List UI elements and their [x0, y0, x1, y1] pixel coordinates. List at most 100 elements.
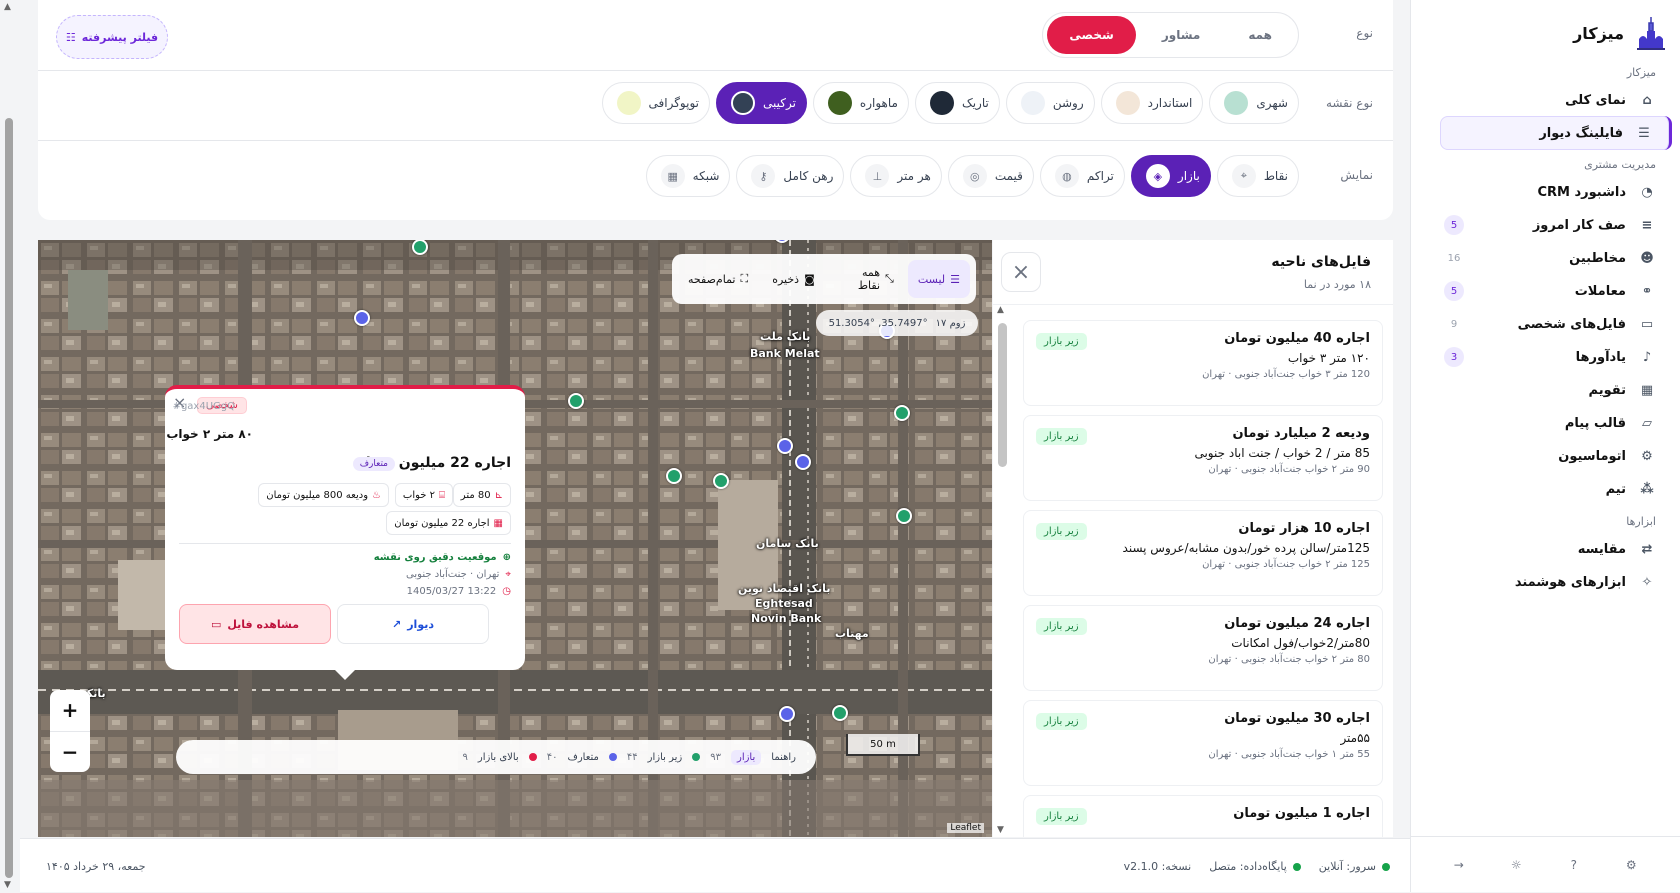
list-check-icon: ≡ [1641, 217, 1653, 233]
sidebar-item-divar-filing[interactable]: ☰ فایلینگ دیوار [1440, 116, 1672, 150]
display-mode-per-meter[interactable]: هر متر ⊥ [850, 155, 942, 197]
datetime-text: 13:22 1405/03/27 [406, 586, 497, 597]
sidebar-item-automation[interactable]: ⚙ اتوماسیون [1440, 439, 1672, 473]
map-poi-label: Novin Bank [751, 612, 822, 625]
list-button[interactable]: ☰ لیست [907, 260, 970, 298]
zoom-out-button[interactable]: − [50, 732, 90, 773]
sidebar-item-personal-files[interactable]: ▭ فایل‌های شخصی 9 [1440, 307, 1672, 341]
address-line: ⌖ تهران · جنت‌آباد جنوبی [406, 569, 511, 580]
theme-sun-icon[interactable]: ☼ [1506, 855, 1526, 875]
market-status-badge: متعارف [352, 457, 395, 471]
brand[interactable]: میزکار [1573, 14, 1670, 52]
pill-label: نقاط [1263, 169, 1288, 183]
page-scrollbar[interactable]: ▲ ▼ [0, 0, 20, 892]
sidebar-item-message-templates[interactable]: ▱ قالب پیام [1440, 406, 1672, 440]
advanced-filter-label: فیلتر پیشرفته [81, 30, 159, 44]
toolbar-label: لیست [917, 272, 946, 286]
pin-icon: ⌖ [1231, 164, 1256, 188]
scroll-up-arrow-icon[interactable]: ▲ [4, 2, 11, 12]
scroll-up-arrow-icon[interactable]: ▲ [997, 305, 1004, 315]
map-view[interactable]: بانک ملت Bank Melat بانک سامان بانک اقتص… [38, 240, 992, 837]
collapse-arrow-icon[interactable]: → [1449, 855, 1469, 875]
map-marker[interactable] [354, 310, 370, 326]
map-marker[interactable] [779, 706, 795, 722]
market-tag: زیر بازار [1036, 428, 1087, 445]
display-mode-full-mortgage[interactable]: رهن کامل ⚷ [736, 155, 845, 197]
map-type-topo[interactable]: توپوگرافی [601, 82, 710, 124]
sidebar: میزکار میزکار ⌂ نمای کلی ☰ فایلینگ دیوار م… [1410, 0, 1680, 892]
map-type-hybrid[interactable]: ترکیبی [716, 82, 807, 124]
map-marker[interactable] [832, 705, 848, 721]
view-file-button[interactable]: مشاهده فایل ▭ [179, 604, 331, 644]
map-marker[interactable] [795, 454, 811, 470]
sidebar-item-calendar[interactable]: ▦ تقویم [1440, 373, 1672, 407]
sidebar-item-smart-tools[interactable]: ✧ ابزارهای هوشمند [1440, 565, 1672, 599]
team-icon: ⁂ [1640, 481, 1654, 497]
file-card[interactable]: اجاره 30 میلیون تومان ۵۵متر 55 متر ۱ خوا… [1023, 700, 1383, 786]
file-card[interactable]: اجاره 40 میلیون تومان ۱۲۰ متر ۳ خواب 120… [1023, 320, 1383, 406]
file-card[interactable]: اجاره 24 میلیون تومان 80متر/2خواب/فول ام… [1023, 605, 1383, 691]
file-card[interactable]: اجاره 10 هزار تومان 125متر/سالن پرده خور… [1023, 510, 1383, 596]
all-points-button[interactable]: ⤡ همه نقاط [829, 260, 904, 298]
scroll-down-arrow-icon[interactable]: ▼ [4, 880, 11, 890]
map-marker[interactable] [896, 508, 912, 524]
info-chip: ♨ ودیعه 800 میلیون تومان [258, 483, 389, 507]
sidebar-item-team[interactable]: ⁂ تیم [1440, 472, 1672, 506]
key-icon: ⚷ [751, 164, 776, 188]
map-type-dark[interactable]: تاریک [914, 82, 1000, 124]
version-label: نسخه: v2.1.0 [1123, 859, 1192, 873]
type-option-advisor[interactable]: مشاور [1140, 16, 1223, 54]
display-mode-price[interactable]: قیمت ◎ [947, 155, 1034, 197]
type-label: نوع [1356, 26, 1373, 40]
count-badge: 5 [1444, 281, 1464, 301]
help-icon[interactable]: ? [1564, 855, 1584, 875]
map-marker[interactable] [666, 468, 682, 484]
sidebar-item-deals[interactable]: ⚭ معاملات 5 [1440, 274, 1672, 308]
sidebar-item-work-queue[interactable]: ≡ صف کار امروز 5 [1440, 208, 1672, 242]
save-button[interactable]: ◙ ذخیره [762, 260, 825, 298]
divar-button[interactable]: دیوار ↗ [337, 604, 489, 644]
map-marker[interactable] [568, 393, 584, 409]
display-mode-points[interactable]: نقاط ⌖ [1216, 155, 1299, 197]
map-type-satellite[interactable]: ماهواره [812, 82, 909, 124]
count-badge: 5 [1444, 215, 1464, 235]
map-attribution[interactable]: Leaflet [947, 823, 984, 833]
sidebar-item-overview[interactable]: ⌂ نمای کلی [1440, 83, 1672, 117]
type-option-personal[interactable]: شخصی [1047, 16, 1136, 54]
map-marker[interactable] [894, 405, 910, 421]
legend-count: ۴۰ [546, 751, 558, 763]
sidebar-item-reminders[interactable]: ♪ یادآورها 3 [1440, 340, 1672, 374]
display-mode-density[interactable]: تراکم ◍ [1039, 155, 1125, 197]
exact-location-link[interactable]: ⊕ موقعیت دقیق روی نقشه [374, 552, 511, 563]
map-type-light[interactable]: روشن [1005, 82, 1095, 124]
scroll-down-arrow-icon[interactable]: ▼ [997, 825, 1004, 835]
map-swatch-icon [929, 91, 954, 115]
close-icon[interactable]: × [1001, 252, 1041, 292]
fullscreen-button[interactable]: ⛶ تمام‌صفحه [678, 260, 758, 298]
card-meta: 80 متر ۲ خواب جنت‌آباد جنوبی · تهران [1208, 654, 1370, 665]
display-mode-market[interactable]: بازار ◈ [1130, 155, 1211, 197]
sidebar-item-crm-dashboard[interactable]: ◔ داشبورد CRM [1440, 175, 1672, 209]
file-card[interactable]: ودیعه 2 میلیارد تومان 85 متر / 2 خواب / … [1023, 415, 1383, 501]
sidebar-item-label: تقویم [1588, 382, 1626, 398]
sidebar-item-contacts[interactable]: ☻ مخاطبین 16 [1440, 241, 1672, 275]
pill-label: تاریک [961, 96, 989, 110]
exact-location-label: موقعیت دقیق روی نقشه [373, 552, 497, 563]
map-marker[interactable] [777, 438, 793, 454]
scrollbar-thumb[interactable] [5, 118, 13, 878]
display-mode-grid[interactable]: شبکه ▦ [645, 155, 731, 197]
advanced-filter-button[interactable]: فیلتر پیشرفته ☷ [56, 15, 168, 59]
file-card[interactable]: اجاره 1 میلیون تومان زیر بازار [1023, 795, 1383, 837]
scrollbar-thumb[interactable] [998, 323, 1007, 467]
zoom-in-button[interactable]: + [50, 690, 90, 732]
card-meta: 55 متر ۱ خواب جنت‌آباد جنوبی · تهران [1208, 749, 1370, 760]
card-desc: ۵۵متر [1340, 731, 1370, 745]
map-type-city[interactable]: شهری [1209, 82, 1299, 124]
map-type-standard[interactable]: استاندارد [1100, 82, 1204, 124]
settings-gear-icon[interactable]: ⚙ [1621, 855, 1641, 875]
sidebar-item-compare[interactable]: ⇄ مقایسه [1440, 532, 1672, 566]
sidebar-section-crm: مدیریت مشتری [1584, 158, 1656, 171]
list-scrollbar[interactable]: ▲ ▼ [993, 305, 1011, 837]
map-marker[interactable] [713, 473, 729, 489]
type-option-all[interactable]: همه [1226, 16, 1294, 54]
